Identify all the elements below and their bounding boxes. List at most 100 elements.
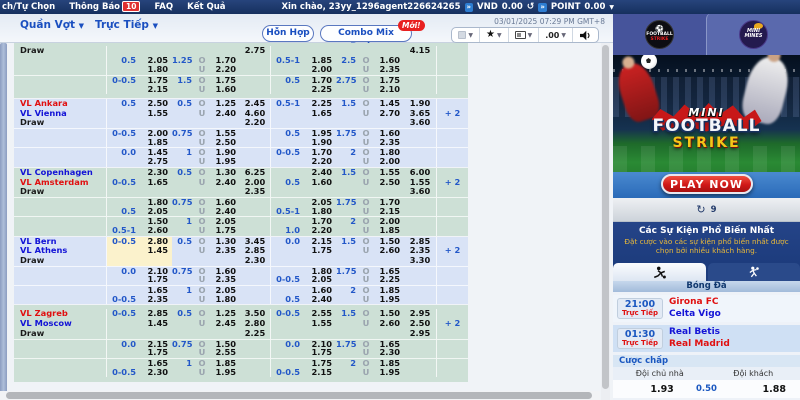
odds-cell[interactable]: 1.75 bbox=[140, 348, 172, 358]
ou-odds-cell[interactable]: 1.60 bbox=[372, 128, 404, 138]
ou-odds-cell[interactable]: 2.00 bbox=[372, 157, 404, 167]
odds-cell[interactable]: 2.30 bbox=[140, 368, 172, 378]
odds-cell[interactable]: 1.55 bbox=[304, 319, 336, 329]
away-odds-cell[interactable]: 1.88 bbox=[725, 384, 800, 395]
odds-cell[interactable]: 1.85 bbox=[304, 56, 336, 66]
odds-cell[interactable]: 1.70 bbox=[304, 147, 336, 157]
ou-odds-cell[interactable]: 2.25 bbox=[372, 275, 404, 285]
x12-odds-cell[interactable]: 2.80 bbox=[240, 319, 270, 329]
sport-dropdown[interactable]: Quần Vợt ▼ bbox=[20, 19, 84, 31]
odds-cell[interactable]: 1.70 bbox=[304, 216, 336, 226]
odds-cell[interactable]: 2.05 bbox=[304, 196, 336, 207]
plus2-cell[interactable]: + 2 bbox=[436, 177, 468, 188]
odds-cell[interactable]: 1.75 bbox=[140, 75, 172, 85]
odds-cell[interactable]: 1.75 bbox=[140, 275, 172, 285]
ou-odds-cell[interactable]: 2.50 bbox=[372, 178, 404, 188]
x12-odds-cell[interactable]: 4.60 bbox=[240, 109, 270, 119]
nav-item-tu-chon[interactable]: ch/Tự Chọn bbox=[0, 2, 62, 12]
odds-cell[interactable]: 1.65 bbox=[140, 285, 172, 295]
ou-odds-cell[interactable]: 1.95 bbox=[208, 157, 240, 167]
x12-odds-cell[interactable]: 6.25 bbox=[240, 168, 270, 178]
ou-odds-cell[interactable]: 1.85 bbox=[372, 285, 404, 295]
x12-odds-cell[interactable]: 3.45 bbox=[240, 237, 270, 247]
odds-cell[interactable]: 2.00 bbox=[304, 65, 336, 75]
odds-cell[interactable]: 1.80 bbox=[304, 265, 336, 275]
odds-cell[interactable]: 2.15 bbox=[140, 85, 172, 95]
vertical-scrollbar[interactable] bbox=[601, 43, 610, 400]
ou-odds-cell[interactable]: 1.60 bbox=[208, 85, 240, 95]
ou-odds-cell[interactable]: 1.50 bbox=[372, 237, 404, 247]
ou-odds-cell[interactable]: 2.35 bbox=[372, 65, 404, 75]
ou-odds-cell[interactable]: 2.70 bbox=[372, 109, 404, 119]
chevron-down-icon[interactable]: ▼ bbox=[609, 4, 614, 11]
ou-odds-cell[interactable]: 1.60 bbox=[372, 56, 404, 66]
match-row[interactable]: 01:30 Trực Tiếp Real Betis Real Madrid bbox=[613, 325, 800, 352]
x12-odds-cell[interactable]: 4.15 bbox=[404, 46, 436, 56]
odds-cell[interactable]: 2.05 bbox=[140, 207, 172, 217]
x12-odds-cell[interactable]: 6.00 bbox=[404, 168, 436, 178]
ou-odds-cell[interactable]: 1.45 bbox=[372, 99, 404, 109]
odds-cell[interactable]: 1.60 bbox=[304, 178, 336, 188]
expand-chevrons-icon[interactable]: » bbox=[464, 2, 474, 12]
refresh-balance-icon[interactable]: ↺ bbox=[527, 2, 535, 12]
ou-odds-cell[interactable]: 2.05 bbox=[208, 285, 240, 295]
odds-cell[interactable]: 2.40 bbox=[304, 295, 336, 305]
x12-odds-cell[interactable]: 2.20 bbox=[240, 118, 270, 128]
ou-odds-cell[interactable]: 2.35 bbox=[208, 246, 240, 256]
x12-odds-cell[interactable]: 2.95 bbox=[404, 329, 436, 339]
ou-odds-cell[interactable]: 1.60 bbox=[208, 196, 240, 207]
ou-odds-cell[interactable]: 2.50 bbox=[208, 138, 240, 148]
odds-cell[interactable]: 1.75 bbox=[304, 246, 336, 256]
odds-cell[interactable]: 1.75 bbox=[304, 348, 336, 358]
plus2-cell[interactable]: + 2 bbox=[436, 319, 468, 329]
x12-odds-cell[interactable]: 2.45 bbox=[240, 99, 270, 109]
odds-cell[interactable]: 1.70 bbox=[304, 75, 336, 85]
x12-odds-cell[interactable]: 3.65 bbox=[404, 109, 436, 119]
odds-cell[interactable]: 2.80 bbox=[140, 236, 172, 247]
tab-football[interactable] bbox=[613, 263, 706, 281]
x12-odds-cell[interactable]: 2.50 bbox=[404, 319, 436, 329]
favorites-dropdown[interactable]: ★ ▼ bbox=[480, 28, 509, 42]
tab-mini-mines[interactable]: MINI MINES bbox=[706, 13, 800, 55]
odds-cell[interactable]: 2.60 bbox=[140, 226, 172, 236]
odds-cell[interactable]: 1.60 bbox=[304, 285, 336, 295]
layout-dropdown[interactable]: ▼ bbox=[452, 28, 480, 42]
x12-odds-cell[interactable]: 2.30 bbox=[240, 256, 270, 266]
odds-cell[interactable]: 2.25 bbox=[304, 85, 336, 95]
ou-odds-cell[interactable]: 1.55 bbox=[208, 128, 240, 138]
tab-mini-football-strike[interactable]: ⚽ FOOTBALL STRIKE bbox=[613, 13, 706, 55]
ou-odds-cell[interactable]: 2.10 bbox=[372, 85, 404, 95]
ou-odds-cell[interactable]: 2.40 bbox=[208, 109, 240, 119]
left-panel-handle[interactable] bbox=[0, 43, 7, 400]
plus2-cell[interactable]: + 2 bbox=[436, 246, 468, 256]
ou-odds-cell[interactable]: 1.25 bbox=[208, 99, 240, 109]
mini-football-strike-banner[interactable]: MINI FOOTBALL STRIKE PLAY NOW bbox=[613, 55, 800, 198]
ou-odds-cell[interactable]: 2.60 bbox=[372, 319, 404, 329]
home-odds-cell[interactable]: 1.93 bbox=[613, 384, 688, 395]
ou-odds-cell[interactable]: 2.40 bbox=[208, 178, 240, 188]
odds-cell[interactable]: 2.05 bbox=[140, 56, 172, 66]
odds-cell[interactable]: 2.85 bbox=[140, 309, 172, 319]
odds-cell[interactable]: 2.20 bbox=[304, 226, 336, 236]
odds-cell[interactable]: 2.15 bbox=[304, 368, 336, 378]
ou-odds-cell[interactable]: 1.85 bbox=[208, 357, 240, 368]
odds-cell[interactable]: 1.80 bbox=[140, 196, 172, 207]
odds-cell[interactable]: 2.25 bbox=[304, 99, 336, 109]
plus2-cell[interactable]: + 2 bbox=[436, 108, 468, 119]
odds-format-dropdown[interactable]: .00 ▼ bbox=[539, 28, 573, 42]
ou-odds-cell[interactable]: 1.65 bbox=[372, 338, 404, 348]
odds-cell[interactable]: 2.20 bbox=[304, 157, 336, 167]
vertical-scrollbar-thumb[interactable] bbox=[602, 45, 609, 389]
odds-cell[interactable]: 2.00 bbox=[140, 128, 172, 138]
ou-odds-cell[interactable]: 1.55 bbox=[372, 168, 404, 178]
odds-cell[interactable]: 2.10 bbox=[140, 265, 172, 275]
odds-cell[interactable]: 1.45 bbox=[140, 246, 172, 256]
ou-odds-cell[interactable]: 2.40 bbox=[208, 207, 240, 217]
refresh-icon[interactable]: ↻ bbox=[696, 204, 705, 215]
x12-odds-cell[interactable]: 2.75 bbox=[240, 46, 270, 56]
odds-cell[interactable]: 1.80 bbox=[304, 207, 336, 217]
x12-odds-cell[interactable]: 2.25 bbox=[240, 329, 270, 339]
nav-item-thong-bao[interactable]: Thông Báo 10 bbox=[62, 1, 147, 12]
odds-cell[interactable]: 2.50 bbox=[140, 99, 172, 109]
ou-odds-cell[interactable]: 2.60 bbox=[372, 246, 404, 256]
